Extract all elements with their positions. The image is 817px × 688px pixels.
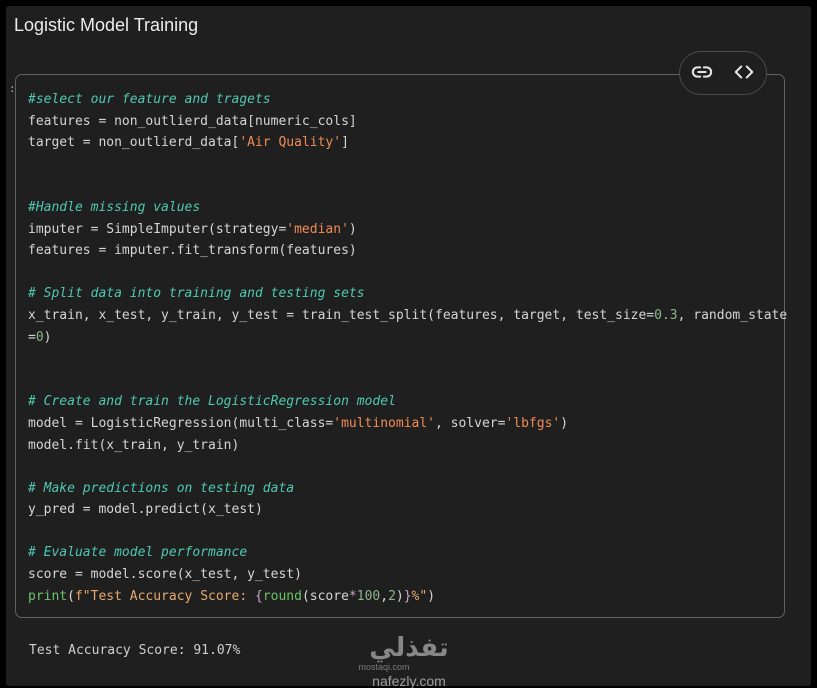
code-line: # Split data into training and testing s… (28, 283, 787, 305)
code-line: features = imputer.fit_transform(feature… (28, 240, 787, 262)
code-token: ) (395, 588, 404, 604)
code-token: %" (411, 588, 428, 604)
code-token: x_train, x_test, y_train, y_test = train… (28, 307, 655, 323)
code-token: 'lbfgs' (505, 415, 561, 431)
code-token: 2 (388, 588, 396, 604)
code-token: , random_state (677, 307, 788, 323)
code-line: score = model.score(x_test, y_test) (28, 564, 787, 586)
code-token: ) (43, 329, 52, 345)
code-line: model = LogisticRegression(multi_class='… (28, 413, 787, 435)
code-line: features = non_outlierd_data[numeric_col… (28, 111, 787, 133)
code-token: ) (348, 221, 357, 237)
code-token: round (262, 588, 302, 604)
code-token: #Handle missing values (28, 199, 201, 215)
link-icon (691, 61, 713, 88)
code-icon (733, 61, 755, 88)
code-token: 'multinomial' (333, 415, 435, 431)
watermark-logo: تفذلي mostaqi.com nafezly.com (358, 633, 449, 688)
code-token: #select our feature and tragets (28, 92, 271, 107)
code-line: # Create and train the LogisticRegressio… (28, 391, 787, 413)
code-token: 'median' (286, 221, 349, 237)
code-token: f"Test Accuracy Score: (74, 588, 255, 604)
section-title: Logistic Model Training (14, 15, 199, 35)
code-token: , solver= (435, 415, 506, 431)
code-line: #select our feature and tragets (28, 89, 787, 111)
code-token: 0.3 (654, 307, 678, 323)
code-token: print (28, 588, 68, 604)
link-button[interactable] (690, 62, 714, 86)
code-line: target = non_outlierd_data['Air Quality'… (28, 132, 787, 154)
code-line: model.fit(x_train, y_train) (28, 435, 787, 457)
code-token: , (380, 588, 389, 604)
code-token: model = LogisticRegression(multi_class= (28, 415, 334, 431)
code-line: imputer = SimpleImputer(strategy='median… (28, 219, 787, 241)
code-token: # Split data into training and testing s… (28, 286, 365, 302)
code-line: # Evaluate model performance (28, 542, 787, 564)
code-token: # Make predictions on testing data (28, 480, 295, 496)
cell-toolbar (679, 51, 767, 95)
code-token: { (254, 588, 263, 604)
code-token: features = non_outlierd_data[numeric_col… (28, 113, 357, 129)
code-token: ( (67, 588, 75, 604)
code-token: ) (427, 588, 436, 604)
code-line: y_pred = model.predict(x_test) (28, 499, 787, 521)
code-cell[interactable]: #select our feature and tragets features … (15, 74, 787, 618)
code-line: # Make predictions on testing data (28, 478, 787, 500)
code-token: = (28, 329, 36, 345)
code-token: (score (301, 588, 349, 604)
notebook-section: Logistic Model Training : #select our fe… (6, 6, 811, 688)
code-token: 'Air Quality' (239, 135, 342, 151)
cell-output: Test Accuracy Score: 91.07% (29, 643, 241, 658)
code-token: ) (560, 415, 569, 431)
code-line: =0) (28, 327, 787, 349)
code-token: } (403, 588, 412, 604)
code-token: model.fit(x_train, y_train) (28, 437, 240, 453)
code-token: 0 (35, 329, 44, 345)
watermark-arabic: تفذلي (369, 633, 449, 663)
code-token: * (348, 588, 357, 604)
code-token: features = imputer.fit_transform(feature… (28, 243, 357, 259)
code-line: print(f"Test Accuracy Score: {round(scor… (28, 586, 787, 608)
code-token: score = model.score(x_test, y_test) (28, 567, 302, 583)
watermark-small: mostaqi.com (358, 662, 409, 672)
code-editor[interactable]: #select our feature and tragets features … (28, 89, 787, 607)
code-view-button[interactable] (732, 62, 756, 86)
code-token: 100 (356, 588, 381, 604)
code-token: y_pred = model.predict(x_test) (28, 502, 263, 518)
code-line: x_train, x_test, y_train, y_test = train… (28, 305, 787, 327)
code-token: # Evaluate model performance (28, 545, 248, 561)
code-token: ] (341, 135, 349, 151)
code-token: # Create and train the LogisticRegressio… (28, 394, 396, 410)
code-token: target = non_outlierd_data[ (28, 135, 240, 151)
code-token: imputer = SimpleImputer(strategy= (28, 221, 287, 237)
code-line: #Handle missing values (28, 197, 787, 219)
